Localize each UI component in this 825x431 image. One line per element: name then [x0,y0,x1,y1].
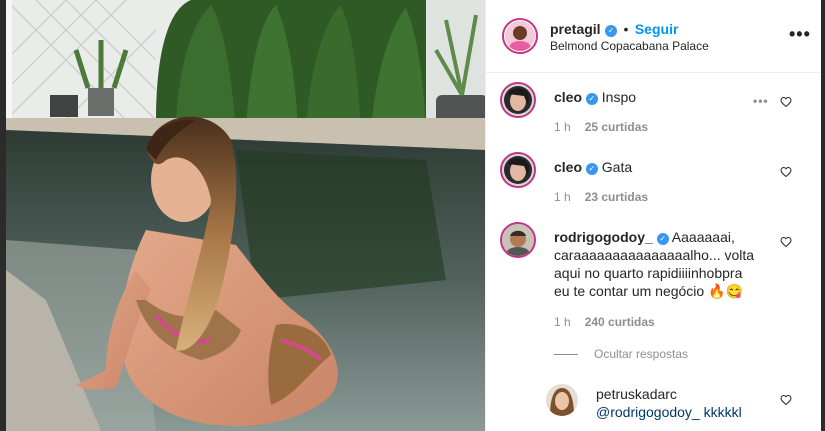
comment-text-line: aqui no quarto rapidiiiinhobpra [554,265,743,281]
comment-meta: 1 h 240 curtidas [554,315,655,329]
comment-likes[interactable]: 23 curtidas [585,190,648,204]
comment-username[interactable]: cleo [554,89,582,105]
comment-time[interactable]: 1 h [554,120,571,134]
comment-text: Gata [601,159,633,175]
comment-first-line: rodrigogodoy_ ✓ Aaaaaaai, [554,228,774,246]
separator-dot: • [623,21,629,37]
author-avatar[interactable] [505,21,535,51]
comment-text-line: caraaaaaaaaaaaaaaalho... volta [554,247,755,263]
post-side-panel: pretagil ✓ • Seguir Belmond Copacabana P… [485,0,822,431]
replies-divider-line [554,354,578,355]
like-heart-icon[interactable] [780,236,792,248]
comment-username[interactable]: cleo [554,159,582,175]
like-heart-icon[interactable] [780,96,792,108]
post-header: pretagil ✓ • Seguir Belmond Copacabana P… [486,0,822,73]
backdrop-right [821,0,825,431]
post-location[interactable]: Belmond Copacabana Palace [550,39,709,53]
comment-username[interactable]: rodrigogodoy_ [554,229,653,245]
comment-text-line: eu te contar um negócio 🔥😋 [554,283,743,299]
verified-badge-icon: ✓ [605,25,618,37]
like-heart-icon[interactable] [780,166,792,178]
verified-badge-icon: ✓ [585,93,598,105]
comment-time[interactable]: 1 h [554,190,571,204]
avatar-image [546,384,578,416]
comment-item: cleo ✓ Gata 1 h 23 curtidas [486,142,822,212]
post-modal: pretagil ✓ • Seguir Belmond Copacabana P… [0,0,825,431]
reply-item: petruskadarc @rodrigogodoy_ kkkkkl [486,372,822,431]
comment-likes[interactable]: 25 curtidas [585,120,648,134]
reply-body: petruskadarc @rodrigogodoy_ kkkkkl [596,385,742,421]
post-photo[interactable] [6,0,485,431]
verified-badge-icon: ✓ [585,163,598,175]
hide-replies-button[interactable]: Ocultar respostas [594,347,688,361]
follow-button[interactable]: Seguir [635,21,679,37]
story-ring [500,152,536,188]
reply-text: @rodrigogodoy_ kkkkkl [596,404,742,420]
reply-avatar[interactable] [546,384,578,416]
comment-item: cleo ✓ Inspo 1 h 25 curtidas ••• [486,72,822,144]
pool-photo-illustration [6,0,485,431]
story-ring [500,82,536,118]
comment-options-icon[interactable]: ••• [753,94,769,108]
comment-text: Inspo [601,89,637,105]
comment-meta: 1 h 23 curtidas [554,190,648,204]
author-line: pretagil ✓ • Seguir [550,21,678,39]
more-options-icon[interactable]: ••• [789,24,811,45]
comment-body: rodrigogodoy_ ✓ Aaaaaaai, caraaaaaaaaaaa… [554,228,774,300]
verified-badge-icon: ✓ [656,233,669,245]
comment-body: cleo ✓ Gata [554,158,632,176]
comment-text-line: Aaaaaaai, [671,229,735,245]
story-ring [500,222,536,258]
reply-username[interactable]: petruskadarc [596,385,742,403]
like-heart-icon[interactable] [780,394,792,406]
comment-time[interactable]: 1 h [554,315,571,329]
author-username[interactable]: pretagil [550,21,601,37]
comment-body: cleo ✓ Inspo [554,88,636,106]
avatar-image [505,21,535,51]
comment-likes[interactable]: 240 curtidas [585,315,655,329]
comment-meta: 1 h 25 curtidas [554,120,648,134]
comment-item: rodrigogodoy_ ✓ Aaaaaaai, caraaaaaaaaaaa… [486,212,822,342]
